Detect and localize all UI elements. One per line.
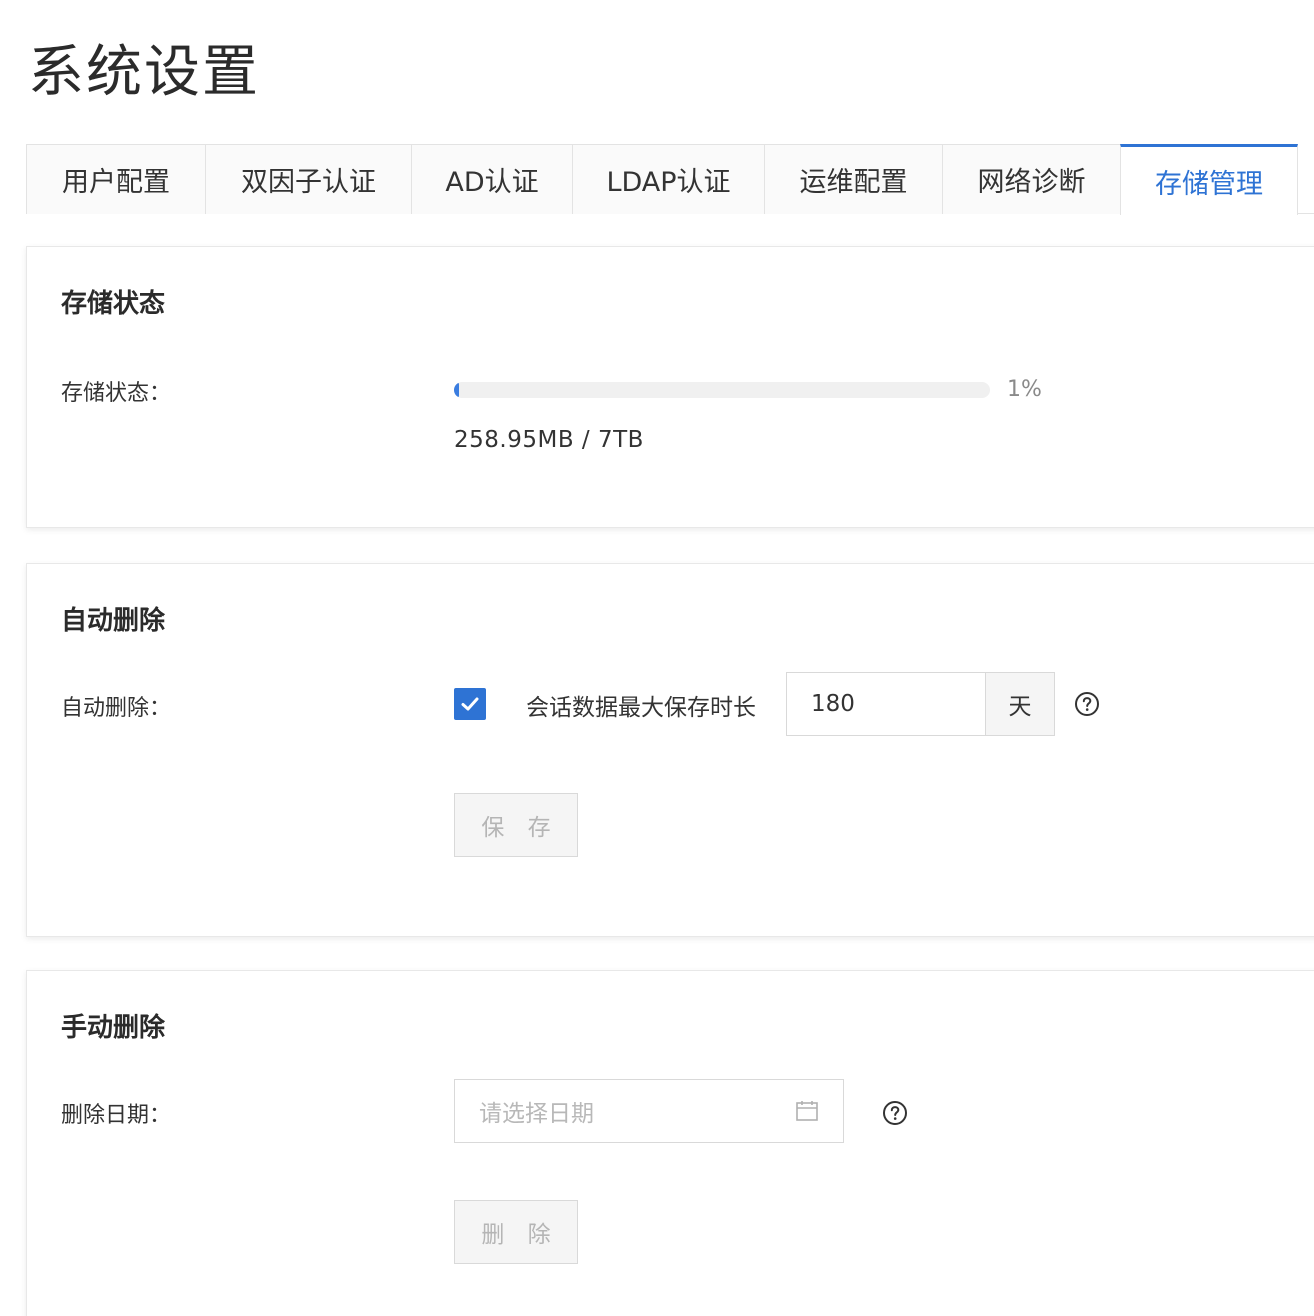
retention-days-unit: 天 (985, 672, 1055, 736)
auto-delete-label: 自动删除： (61, 696, 172, 721)
tab-ops-config[interactable]: 运维配置 (764, 144, 942, 214)
question-circle-icon[interactable] (882, 1100, 908, 1126)
delete-date-label: 删除日期： (61, 1103, 172, 1128)
storage-status-title: 存储状态 (61, 289, 166, 319)
storage-progress-percent: 1% (1007, 377, 1042, 402)
tab-user-config[interactable]: 用户配置 (26, 144, 205, 214)
calendar-icon (796, 1101, 818, 1121)
storage-status-card: 存储状态 存储状态： 1% 258.95MB / 7TB (26, 246, 1314, 528)
storage-progress-bar (454, 382, 990, 398)
auto-delete-card: 自动删除 自动删除： 会话数据最大保存时长 180 天 保 存 (26, 563, 1314, 937)
tab-network-diagnostics[interactable]: 网络诊断 (942, 144, 1120, 214)
storage-status-label: 存储状态： (61, 381, 172, 406)
tab-two-factor-auth[interactable]: 双因子认证 (205, 144, 411, 214)
save-button[interactable]: 保 存 (454, 793, 578, 857)
tab-ldap-auth[interactable]: LDAP认证 (572, 144, 764, 214)
settings-tabs: 用户配置 双因子认证 AD认证 LDAP认证 运维配置 网络诊断 存储管理 (26, 144, 1314, 215)
delete-date-picker[interactable]: 请选择日期 (454, 1079, 844, 1143)
auto-delete-title: 自动删除 (61, 606, 166, 636)
delete-button[interactable]: 删 除 (454, 1200, 578, 1264)
manual-delete-title: 手动删除 (61, 1013, 166, 1043)
manual-delete-card: 手动删除 删除日期： 请选择日期 删 除 (26, 970, 1314, 1316)
tab-storage-management[interactable]: 存储管理 (1120, 144, 1298, 215)
page-title: 系统设置 (28, 40, 260, 105)
auto-delete-checkbox[interactable] (454, 688, 486, 720)
date-placeholder: 请选择日期 (479, 1101, 594, 1127)
max-retention-label: 会话数据最大保存时长 (526, 695, 756, 721)
storage-progress-fill (454, 382, 460, 398)
check-icon (461, 697, 479, 711)
question-circle-icon[interactable] (1074, 691, 1100, 717)
storage-usage-text: 258.95MB / 7TB (454, 427, 644, 453)
tab-ad-auth[interactable]: AD认证 (411, 144, 572, 214)
retention-days-input[interactable]: 180 (786, 672, 986, 736)
